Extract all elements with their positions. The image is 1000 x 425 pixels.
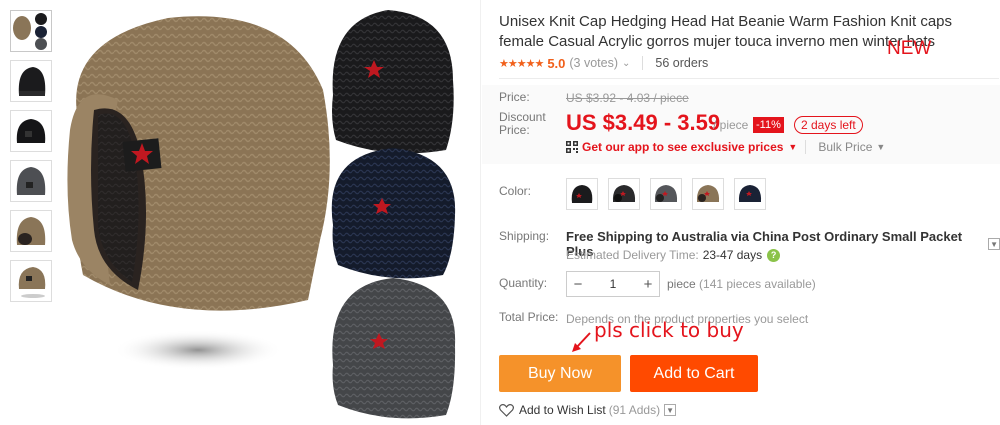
availability-text: piece (141 pieces available): [667, 277, 816, 291]
delivery-row: Estimated Delivery Time: 23-47 days ?: [566, 248, 781, 262]
delivery-label: Estimated Delivery Time:: [566, 248, 699, 262]
app-promo-row: Get our app to see exclusive prices ▼ Bu…: [566, 140, 885, 154]
heart-icon: [499, 403, 514, 417]
rating-votes-link[interactable]: (3 votes): [569, 56, 618, 70]
thumbnail-2[interactable]: [10, 60, 52, 102]
thumbnail-list: [10, 10, 54, 310]
thumbnail-image: [18, 67, 46, 96]
divider: [805, 140, 807, 154]
hat-swatch-image: [654, 185, 678, 202]
bulk-price-link[interactable]: Bulk Price: [818, 140, 872, 154]
hat-swatch-image: [738, 185, 762, 202]
color-swatch-khaki[interactable]: [692, 178, 724, 210]
orders-count: 56 orders: [655, 56, 709, 70]
unit-label: piece: [667, 277, 696, 291]
thumbnail-6[interactable]: [10, 260, 52, 302]
divider: [499, 78, 999, 79]
hat-swatch-image: [612, 185, 636, 202]
color-swatch-navy[interactable]: [734, 178, 766, 210]
color-swatch-black-2[interactable]: [608, 178, 640, 210]
color-swatch-black[interactable]: [566, 178, 598, 210]
caret-down-icon[interactable]: ▼: [788, 142, 797, 152]
sale-price: US $3.49 - 3.59: [566, 110, 721, 135]
available-count: (141 pieces available): [699, 277, 816, 291]
quantity-decrement-button[interactable]: −: [567, 276, 589, 293]
annotation-text: pls click to buy: [594, 318, 744, 342]
hat-swatch-image: [696, 185, 720, 202]
chevron-down-icon[interactable]: ▼: [988, 238, 1000, 250]
days-left-badge: 2 days left: [794, 116, 863, 134]
thumbnail-1[interactable]: [10, 10, 52, 52]
thumbnail-image: [13, 13, 47, 50]
product-info-panel: Unisex Knit Cap Hedging Head Hat Beanie …: [480, 0, 1000, 425]
chevron-down-icon[interactable]: ⌄: [622, 58, 630, 69]
app-exclusive-link[interactable]: Get our app to see exclusive prices: [582, 140, 783, 154]
quantity-label: Quantity:: [499, 276, 548, 290]
rating-stars-icon: ★★★★★: [499, 57, 544, 70]
delivery-value: 23-47 days: [702, 248, 763, 262]
divider: [642, 56, 644, 70]
thumbnail-4[interactable]: [10, 160, 52, 202]
quantity-increment-button[interactable]: +: [637, 276, 659, 293]
rating-row: ★★★★★ 5.0 (3 votes) ⌄ 56 orders: [499, 54, 708, 72]
thumbnail-5[interactable]: [10, 210, 52, 252]
wishlist-row[interactable]: Add to Wish List (91 Adds) ▼: [499, 403, 677, 417]
quantity-stepper: − 1 +: [566, 271, 660, 297]
caret-down-icon[interactable]: ▼: [876, 142, 885, 152]
color-swatch-list: [566, 178, 776, 210]
price-label: Price:: [499, 90, 530, 104]
thumbnail-image: [16, 167, 46, 195]
thumbnail-3[interactable]: [10, 110, 52, 152]
shipping-label: Shipping:: [499, 229, 550, 243]
wishlist-label[interactable]: Add to Wish List: [519, 403, 606, 417]
discount-badge: -11%: [753, 117, 784, 133]
product-photo: [67, 10, 456, 419]
add-to-cart-button[interactable]: Add to Cart: [630, 355, 758, 392]
thumbnail-image: [18, 267, 46, 298]
original-price: US $3.92 - 4.03 / piece: [566, 91, 689, 105]
qr-code-icon: [566, 141, 578, 153]
new-badge: NEW: [887, 38, 932, 59]
arrow-pointer-icon: [572, 332, 591, 352]
thumbnail-image: [16, 119, 46, 143]
wishlist-count: (91 Adds): [608, 403, 661, 417]
rating-value: 5.0: [547, 55, 566, 71]
quantity-input[interactable]: 1: [589, 277, 637, 291]
hat-swatch-image: [571, 185, 593, 203]
per-piece-unit: / piece: [713, 118, 749, 132]
thumbnail-image: [16, 217, 46, 245]
help-icon[interactable]: ?: [767, 248, 781, 262]
chevron-down-icon[interactable]: ▼: [664, 404, 677, 416]
main-product-image[interactable]: [58, 0, 478, 425]
color-swatch-gray[interactable]: [650, 178, 682, 210]
color-label: Color:: [499, 184, 532, 198]
total-price-label: Total Price:: [499, 310, 559, 324]
discount-price-label: Discount Price:: [499, 110, 546, 137]
buy-now-button[interactable]: Buy Now: [499, 355, 621, 392]
